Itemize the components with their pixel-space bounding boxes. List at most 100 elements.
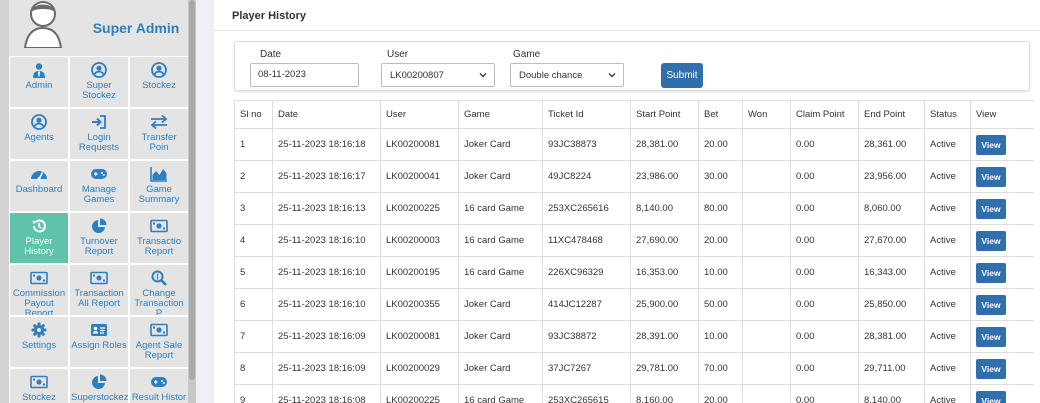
sidebar-item-login-requests[interactable]: Login Requests [69, 108, 129, 160]
money-icon [70, 269, 128, 287]
sidebar-item-game-summary[interactable]: Game Summary [129, 160, 189, 212]
view-button[interactable]: View [976, 198, 1006, 219]
sidebar-item-admin[interactable]: Admin [9, 56, 69, 108]
sidebar: Super Admin Admin Super Stockez Stockez Age… [0, 0, 196, 403]
submit-button[interactable]: Submit [661, 63, 703, 88]
sidebar-item-transactio-report[interactable]: Transactio Report [129, 212, 189, 264]
end-point-cell: 28,381.00 [858, 320, 925, 353]
claim-point-cell: 0.00 [790, 192, 859, 225]
ticket-id-cell: 49JC8224 [542, 160, 631, 193]
table-body: 1 25-11-2023 18:16:18 LK00200081 Joker Card… [234, 128, 1034, 403]
user-cell: LK00200003 [380, 224, 459, 257]
claim-point-cell: 0.00 [790, 224, 859, 257]
claim-point-cell: 0.00 [790, 160, 859, 193]
table-row: 6 25-11-2023 18:16:10 LK00200355 Joker Card… [234, 288, 1034, 321]
claim-point-cell: 0.00 [790, 256, 859, 289]
avatar [23, 1, 63, 48]
start-point-cell: 25,900.00 [630, 288, 699, 321]
column-header-user: User [380, 100, 459, 129]
ticket-id-cell: 93JC38872 [542, 320, 631, 353]
view-button[interactable]: View [976, 166, 1006, 187]
exchange-icon [130, 113, 188, 131]
view-cell: View [970, 256, 1034, 289]
sidebar-menu: Admin Super Stockez Stockez Agents Login Req… [9, 56, 189, 403]
won-cell [742, 384, 791, 403]
view-button[interactable]: View [976, 326, 1006, 347]
user-circle-icon [130, 61, 188, 79]
start-point-cell: 28,391.00 [630, 320, 699, 353]
ticket-id-cell: 93JC38873 [542, 128, 631, 161]
sidebar-item-change-transaction-p[interactable]: Change Transaction P [129, 264, 189, 316]
sidebar-item-commission-payout-report[interactable]: Commission Payout Report [9, 264, 69, 316]
view-button[interactable]: View [976, 358, 1006, 379]
table-row: 7 25-11-2023 18:16:09 LK00200081 Joker Card… [234, 320, 1034, 353]
gamepad-icon [130, 373, 188, 391]
sidebar-item-stockez-sales-report[interactable]: Stockez Sales Report [9, 368, 69, 403]
won-cell [742, 320, 791, 353]
sidebar-item-settings[interactable]: Settings [9, 316, 69, 368]
money-icon [130, 217, 188, 235]
sl-no-cell: 8 [234, 352, 273, 385]
sidebar-item-manage-games[interactable]: Manage Games [69, 160, 129, 212]
view-button[interactable]: View [976, 134, 1006, 155]
player-history-table: Sl no Date User Game Ticket Id Start Point Bet… [234, 100, 1034, 403]
sl-no-cell: 6 [234, 288, 273, 321]
sidebar-item-label: Commission Payout Report [12, 288, 66, 316]
sidebar-item-turnover-report[interactable]: Turnover Report [69, 212, 129, 264]
user-cell: LK00200081 [380, 128, 459, 161]
column-header-start-point: Start Point [630, 100, 699, 129]
chevron-down-icon [479, 73, 487, 78]
sidebar-item-label: Stockez Sales Report [12, 392, 67, 403]
id-card-icon [70, 321, 128, 339]
date-input[interactable]: 08-11-2023 [250, 63, 359, 87]
game-select[interactable]: Double chance [510, 63, 624, 87]
start-point-cell: 29,781.00 [630, 352, 699, 385]
sidebar-item-transfer-poin[interactable]: Transfer Poin [129, 108, 189, 160]
sidebar-item-result-histor[interactable]: Result Histor [129, 368, 189, 403]
start-point-cell: 8,140.00 [630, 192, 699, 225]
table-header-row: Sl no Date User Game Ticket Id Start Point Bet… [234, 100, 1034, 129]
sidebar-item-assign-roles[interactable]: Assign Roles [69, 316, 129, 368]
table-row: 8 25-11-2023 18:16:09 LK00200029 Joker Card… [234, 352, 1034, 385]
date-label: Date [260, 49, 282, 60]
view-cell: View [970, 192, 1034, 225]
sidebar-item-stockez[interactable]: Stockez [129, 56, 189, 108]
sidebar-item-superstockez-sales-report[interactable]: Superstockez Sales Report [69, 368, 129, 403]
game-cell: Joker Card [458, 128, 543, 161]
main-content: Player History Date 08-11-2023 User LK00… [214, 0, 1040, 403]
view-cell: View [970, 320, 1034, 353]
user-select[interactable]: LK00200807 [381, 63, 495, 87]
search-dollar-icon [130, 269, 188, 287]
sidebar-item-player-history[interactable]: Player History [9, 212, 69, 264]
sidebar-item-agents[interactable]: Agents [9, 108, 69, 160]
money-icon [130, 321, 188, 339]
start-point-cell: 8,160.00 [630, 384, 699, 403]
status-cell: Active [924, 128, 971, 161]
end-point-cell: 29,711.00 [858, 352, 925, 385]
bet-cell: 20.00 [698, 384, 743, 403]
table-row: 5 25-11-2023 18:16:10 LK00200195 16 card Ga… [234, 256, 1034, 289]
view-button[interactable]: View [976, 230, 1006, 251]
sl-no-cell: 2 [234, 160, 273, 193]
won-cell [742, 288, 791, 321]
view-button[interactable]: View [976, 262, 1006, 283]
date-cell: 25-11-2023 18:16:08 [272, 384, 381, 403]
bet-cell: 20.00 [698, 224, 743, 257]
date-cell: 25-11-2023 18:16:09 [272, 320, 381, 353]
end-point-cell: 23,956.00 [858, 160, 925, 193]
user-cell: LK00200041 [380, 160, 459, 193]
table-row: 1 25-11-2023 18:16:18 LK00200081 Joker Card… [234, 128, 1034, 161]
chevron-down-icon [608, 73, 616, 78]
sidebar-item-label: Transaction All Report [74, 288, 124, 309]
sidebar-item-agent-sale-report[interactable]: Agent Sale Report [129, 316, 189, 368]
sidebar-item-transaction-all-report[interactable]: Transaction All Report [69, 264, 129, 316]
sidebar-item-dashboard[interactable]: Dashboard [9, 160, 69, 212]
sidebar-scrollbar-thumb[interactable] [189, 0, 195, 380]
game-cell: 16 card Game [458, 224, 543, 257]
view-cell: View [970, 288, 1034, 321]
view-button[interactable]: View [976, 294, 1006, 315]
view-button[interactable]: View [976, 390, 1006, 403]
sidebar-item-super-stockez[interactable]: Super Stockez [69, 56, 129, 108]
view-cell: View [970, 224, 1034, 257]
ticket-id-cell: 37JC7267 [542, 352, 631, 385]
